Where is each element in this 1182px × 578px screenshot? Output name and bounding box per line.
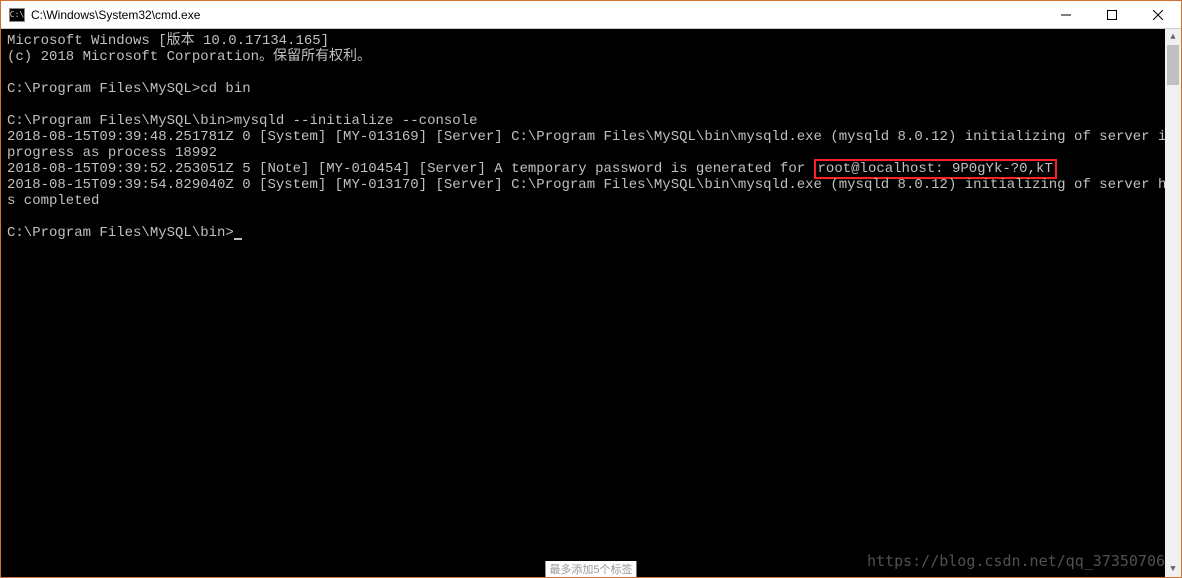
prompt-line: C:\Program Files\MySQL\bin>mysqld --init… — [7, 113, 477, 129]
close-icon — [1153, 10, 1163, 20]
cursor — [234, 238, 242, 240]
output-line: 2018-08-15T09:39:54.829040Z 0 [System] [… — [7, 177, 1175, 209]
window-title: C:\Windows\System32\cmd.exe — [31, 8, 200, 22]
output-line: Microsoft Windows [版本 10.0.17134.165] — [7, 33, 329, 49]
output-line: (c) 2018 Microsoft Corporation。保留所有权利。 — [7, 49, 371, 65]
app-icon: C:\ — [9, 8, 25, 22]
minimize-button[interactable] — [1043, 1, 1089, 28]
output-line: 2018-08-15T09:39:48.251781Z 0 [System] [… — [7, 129, 1181, 161]
password-highlight: root@localhost: 9P0gYk-?0,kT — [814, 159, 1057, 179]
cmd-window: C:\ C:\Windows\System32\cmd.exe Microsof… — [1, 1, 1181, 577]
close-button[interactable] — [1135, 1, 1181, 28]
prompt-line: C:\Program Files\MySQL>cd bin — [7, 81, 251, 97]
prompt-line: C:\Program Files\MySQL\bin> — [7, 225, 234, 241]
titlebar[interactable]: C:\ C:\Windows\System32\cmd.exe — [1, 1, 1181, 29]
maximize-icon — [1107, 10, 1117, 20]
scroll-up-arrow[interactable]: ▲ — [1165, 29, 1181, 45]
window-controls — [1043, 1, 1181, 28]
scroll-track[interactable] — [1165, 45, 1181, 561]
output-line: 2018-08-15T09:39:52.253051Z 5 [Note] [MY… — [7, 161, 814, 177]
scrollbar[interactable]: ▲ ▼ — [1165, 29, 1181, 577]
footer-hint: 最多添加5个标签 — [545, 561, 636, 577]
maximize-button[interactable] — [1089, 1, 1135, 28]
minimize-icon — [1061, 10, 1071, 20]
scroll-thumb[interactable] — [1167, 45, 1179, 85]
scroll-down-arrow[interactable]: ▼ — [1165, 561, 1181, 577]
terminal-output[interactable]: Microsoft Windows [版本 10.0.17134.165] (c… — [1, 29, 1181, 577]
watermark: https://blog.csdn.net/qq_37350706 — [867, 553, 1165, 569]
